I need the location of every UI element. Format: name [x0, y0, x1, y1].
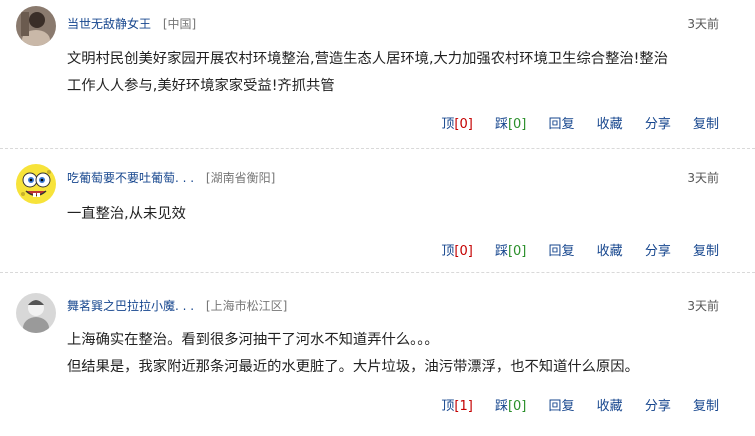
- favorite-button[interactable]: 收藏: [597, 399, 623, 414]
- comment-line: 上海确实在整治。看到很多河抽干了河水不知道弄什么。。。: [67, 332, 439, 348]
- comment-text: 上海确实在整治。看到很多河抽干了河水不知道弄什么。。。 但结果是，我家附近那条河…: [67, 327, 719, 381]
- comment-line: 文明村民创美好家园开展农村环境整治,营造生态人居环境,大力加强农村环境卫生综合整…: [67, 51, 668, 67]
- up-count: [0]: [454, 117, 473, 132]
- favorite-button[interactable]: 收藏: [597, 117, 623, 132]
- comment-time: 3天前: [687, 171, 719, 185]
- user-location: [上海市松江区]: [205, 299, 288, 313]
- comment-item: 舞茗巽之巴拉拉小魔. . . [上海市松江区] 3天前 上海确实在整治。看到很多…: [0, 273, 755, 433]
- up-vote-button[interactable]: 顶[0]: [441, 117, 472, 132]
- username-link[interactable]: 舞茗巽之巴拉拉小魔. . .: [67, 299, 194, 313]
- avatar[interactable]: [16, 164, 56, 204]
- comment-text: 一直整治,从未见效: [67, 201, 719, 228]
- reply-button[interactable]: 回复: [549, 117, 575, 132]
- down-vote-button[interactable]: 踩[0]: [495, 244, 526, 259]
- comment-actions: 顶[1] 踩[0] 回复 收藏 分享 复制: [423, 395, 719, 414]
- username-link[interactable]: 当世无敌静女王: [67, 17, 151, 31]
- comment-actions: 顶[0] 踩[0] 回复 收藏 分享 复制: [423, 240, 719, 259]
- reply-button[interactable]: 回复: [549, 399, 575, 414]
- copy-button[interactable]: 复制: [693, 399, 719, 414]
- down-count: [0]: [507, 399, 527, 414]
- copy-button[interactable]: 复制: [693, 117, 719, 132]
- comment-time: 3天前: [687, 17, 719, 31]
- up-vote-button[interactable]: 顶[0]: [441, 244, 472, 259]
- comment-line: 但结果是，我家附近那条河最近的水更脏了。大片垃圾，油污带漂浮，也不知道什么原因。: [67, 359, 639, 375]
- comment-line: 工作人人参与,美好环境家家受益!齐抓共管: [67, 78, 335, 94]
- comment-time: 3天前: [687, 299, 719, 313]
- avatar[interactable]: [16, 6, 56, 46]
- comment-actions: 顶[0] 踩[0] 回复 收藏 分享 复制: [423, 113, 719, 132]
- up-count: [0]: [454, 244, 473, 259]
- down-count: [0]: [507, 244, 527, 259]
- comment-line: 一直整治,从未见效: [67, 206, 186, 222]
- up-count: [1]: [454, 399, 473, 414]
- comment-item: 当世无敌静女王 [中国] 3天前 文明村民创美好家园开展农村环境整治,营造生态人…: [0, 0, 755, 149]
- user-location: [中国]: [162, 17, 197, 31]
- down-count: [0]: [507, 117, 527, 132]
- copy-button[interactable]: 复制: [693, 244, 719, 259]
- comment-item: 吃葡萄要不要吐葡萄. . . [湖南省衡阳] 3天前 一直整治,从未见效 顶[0…: [0, 149, 755, 273]
- share-button[interactable]: 分享: [645, 399, 671, 414]
- share-button[interactable]: 分享: [645, 117, 671, 132]
- user-location: [湖南省衡阳]: [205, 171, 276, 185]
- reply-button[interactable]: 回复: [549, 244, 575, 259]
- up-vote-button[interactable]: 顶[1]: [441, 399, 472, 414]
- comment-text: 文明村民创美好家园开展农村环境整治,营造生态人居环境,大力加强农村环境卫生综合整…: [67, 46, 719, 100]
- avatar[interactable]: [16, 293, 56, 333]
- username-link[interactable]: 吃葡萄要不要吐葡萄. . .: [67, 171, 194, 185]
- down-vote-button[interactable]: 踩[0]: [495, 399, 526, 414]
- share-button[interactable]: 分享: [645, 244, 671, 259]
- down-vote-button[interactable]: 踩[0]: [495, 117, 526, 132]
- favorite-button[interactable]: 收藏: [597, 244, 623, 259]
